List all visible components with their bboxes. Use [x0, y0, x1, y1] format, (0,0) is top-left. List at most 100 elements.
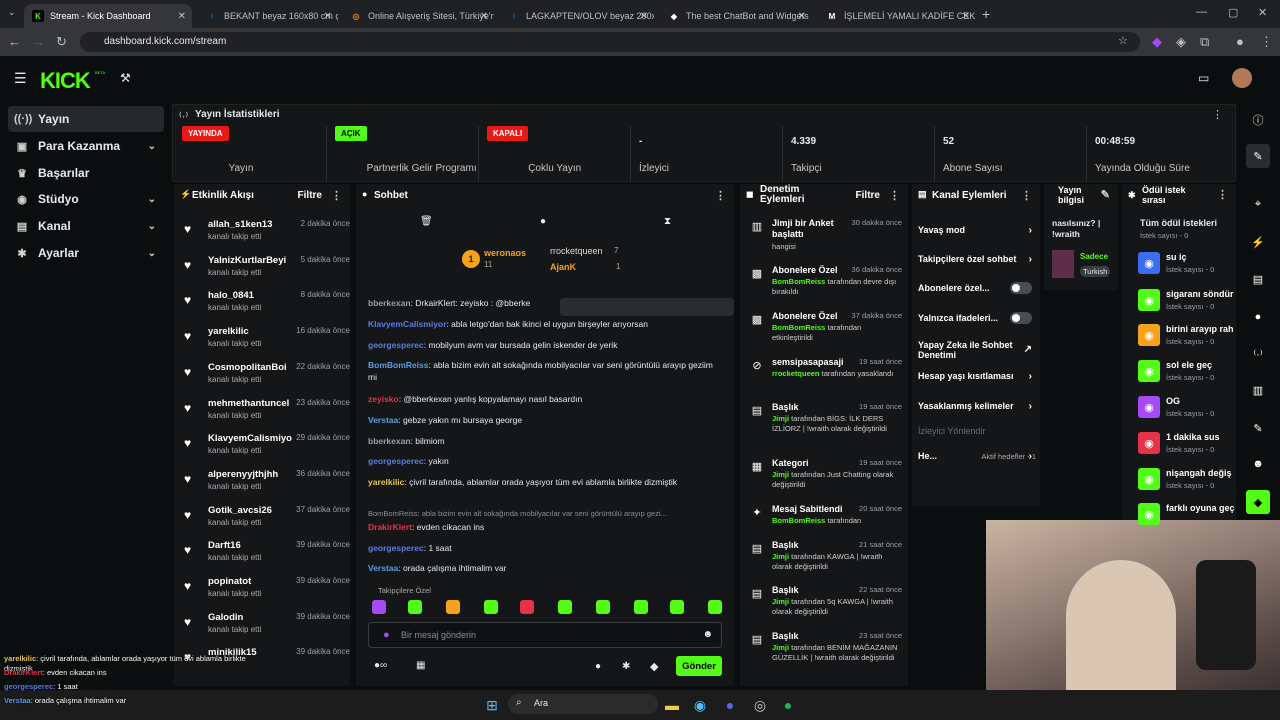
chat-message[interactable]: bberkexan: DrkairKlert: zeyisko : @bberk…: [368, 297, 724, 309]
chat-message[interactable]: BomBomReiss: abla bizim evin alt sokağın…: [368, 359, 724, 383]
chat-message[interactable]: georgesperec: mobilyum avm var bursada g…: [368, 339, 724, 351]
list-item[interactable]: ♥ Darft16 kanalı takip etti 39 dakika önce: [184, 538, 350, 572]
hammer-icon[interactable]: ⚒: [120, 71, 131, 85]
emote-icon[interactable]: [520, 600, 534, 614]
extension-icon[interactable]: ◆: [1152, 34, 1162, 50]
screen-icon[interactable]: ⌖: [1246, 192, 1270, 216]
more-icon[interactable]: ⋮: [715, 189, 726, 202]
chat-message[interactable]: zeyisko: @bberkexan yanlış kopyalamayı n…: [368, 393, 724, 405]
sidebar-item-trophy[interactable]: ♛ Başarılar: [8, 160, 164, 186]
app-icon[interactable]: ◎: [750, 695, 770, 715]
chat-username[interactable]: DrakirKlert: [368, 522, 412, 532]
chat-bubble-icon[interactable]: ●: [540, 216, 546, 227]
chat-message[interactable]: georgesperec: 1 saat: [368, 542, 724, 554]
chat-username[interactable]: georgesperec: [368, 340, 424, 350]
browser-tab[interactable]: K Stream - Kick Dashboard ✕: [24, 4, 192, 28]
chat-message[interactable]: BomBomReiss: abla bizim evin alt sokağın…: [368, 508, 724, 520]
monitor-icon[interactable]: ▭: [1198, 71, 1209, 85]
discord-icon[interactable]: ●: [720, 695, 740, 715]
channel-action-item[interactable]: Yapay Zeka ile Sohbet Denetimi ↗: [918, 339, 1036, 361]
list-item[interactable]: ♥ CosmopolitanBoi kanalı takip etti 22 daki…: [184, 360, 350, 394]
windows-start-icon[interactable]: ⊞: [482, 695, 502, 715]
emote-icon[interactable]: [634, 600, 648, 614]
close-window-icon[interactable]: ✕: [1258, 6, 1267, 19]
bolt-icon[interactable]: ⚡: [1246, 230, 1270, 254]
emote-icon[interactable]: [558, 600, 572, 614]
close-tab-icon[interactable]: ✕: [640, 11, 648, 22]
tab-search-icon[interactable]: ⌄: [8, 7, 16, 18]
mic-icon[interactable]: ●: [383, 629, 390, 641]
chevron-down-icon[interactable]: ⌄: [148, 194, 156, 205]
external-link-icon[interactable]: ↗: [1024, 345, 1032, 355]
list-item[interactable]: ♥ yarelkilic kanalı takip etti 16 dakika ön…: [184, 324, 350, 358]
chevron-right-icon[interactable]: ›: [1029, 225, 1032, 236]
reward-item[interactable]: ◉ sol ele geç İstek sayısı - 0: [1138, 358, 1234, 386]
more-icon[interactable]: ⋮: [889, 189, 900, 202]
wrench-icon[interactable]: ✎: [1246, 416, 1270, 440]
info-icon[interactable]: ⓘ: [1246, 108, 1270, 132]
channel-action-item[interactable]: Hesap yaşı kısıtlaması ›: [918, 368, 1036, 384]
hamburger-icon[interactable]: ☰: [14, 70, 27, 87]
chat-username[interactable]: zeyisko: [368, 394, 399, 404]
chat-username[interactable]: Verstaa: [368, 563, 398, 573]
bot-icon[interactable]: ◆: [650, 660, 658, 673]
bot-icon[interactable]: ◆: [1246, 490, 1270, 514]
list-item[interactable]: ♥ alperenyyjthjhh kanalı takip etti 36 daki…: [184, 467, 350, 501]
list-item[interactable]: ♥ halo_0841 kanalı takip etti 8 dakika önce: [184, 288, 350, 322]
hourglass-icon[interactable]: ⧗: [664, 216, 671, 227]
user-icon[interactable]: ☻: [1246, 452, 1270, 476]
chat-message[interactable]: georgesperec: yakın: [368, 455, 724, 467]
chevron-right-icon[interactable]: ›: [1029, 371, 1032, 382]
back-icon[interactable]: ←: [8, 34, 21, 49]
browser-tab[interactable]: M İŞLEMELİ YAMALI KADİFE CEKE ✕: [818, 4, 976, 28]
maximize-icon[interactable]: ▢: [1228, 6, 1238, 19]
browser-tab[interactable]: ◎ Online Alışveriş Sitesi, Türkiye'n ✕: [342, 4, 495, 28]
more-icon[interactable]: ⋮: [331, 189, 342, 202]
list-item[interactable]: ♥ YalnizKurtlarBeyi kanalı takip etti 5 dak…: [184, 253, 350, 287]
all-rewards-label[interactable]: Tüm ödül istekleri: [1140, 218, 1217, 228]
sidebar-item-money[interactable]: ▣ Para Kazanma ⌄: [8, 133, 164, 159]
reward-item[interactable]: ◉ su iç İstek sayısı - 0: [1138, 250, 1234, 278]
category-name[interactable]: Sadece: [1080, 252, 1108, 261]
list-item[interactable]: ♥ popinatot kanalı takip etti 39 dakika önc…: [184, 574, 350, 608]
store-icon[interactable]: ▦: [416, 660, 425, 671]
close-tab-icon[interactable]: ✕: [798, 11, 806, 22]
emote-icon[interactable]: [670, 600, 684, 614]
channel-action-item[interactable]: Yalnızca ifadeleri...: [918, 310, 1036, 326]
chat-message[interactable]: bberkexan: bilmiom: [368, 435, 724, 447]
chevron-down-icon[interactable]: ⌄: [148, 141, 156, 152]
channel-action-item[interactable]: He... Aktif hedefler - 1 ›: [918, 448, 1036, 464]
emote-icon[interactable]: [446, 600, 460, 614]
channel-action-item[interactable]: İzleyici Yönlendir: [918, 423, 1036, 439]
reward-item[interactable]: ◉ sigaranı söndür İstek sayısı - 0: [1138, 287, 1234, 315]
chat-username[interactable]: Verstaa: [368, 415, 398, 425]
list-item[interactable]: ♥ Galodin kanalı takip etti 39 dakika önce: [184, 610, 350, 644]
emote-icon[interactable]: [708, 600, 722, 614]
channel-action-item[interactable]: Yavaş mod ›: [918, 222, 1036, 238]
edit-icon[interactable]: ✎: [1246, 144, 1270, 168]
reward-item[interactable]: ◉ 1 dakika sus İstek sayısı - 0: [1138, 430, 1234, 458]
edit-icon[interactable]: ✎: [1101, 190, 1110, 201]
chat-message[interactable]: DrakirKlert: evden cikacan ins: [368, 521, 724, 533]
chevron-down-icon[interactable]: ⌄: [148, 248, 156, 259]
chat-message[interactable]: Verstaa: orada çalışma ihtimalim var: [368, 562, 724, 574]
close-tab-icon[interactable]: ✕: [480, 11, 488, 22]
toggle-switch[interactable]: [1010, 312, 1032, 324]
chrome-icon[interactable]: ◉: [690, 695, 710, 715]
emoji-icon[interactable]: ☻: [702, 629, 713, 640]
bookmark-star-icon[interactable]: ☆: [1118, 34, 1128, 47]
channel-action-item[interactable]: Abonelere özel...: [918, 280, 1036, 296]
sidebar-item-settings[interactable]: ✱ Ayarlar ⌄: [8, 240, 164, 266]
chat-bubble-icon[interactable]: ●: [595, 661, 601, 672]
emote-icon[interactable]: [372, 600, 386, 614]
profile-icon[interactable]: ●: [1236, 34, 1244, 49]
chat-icon[interactable]: ●: [1246, 305, 1270, 329]
browser-tab[interactable]: ◆ The best ChatBot and Widgets ✕: [660, 4, 812, 28]
layout-icon[interactable]: ▥: [1246, 378, 1270, 402]
reward-item[interactable]: ◉ nişangah değiş İstek sayısı - 0: [1138, 466, 1234, 494]
moderation-filter-button[interactable]: Filtre: [856, 190, 880, 201]
chat-message[interactable]: Verstaa: gebze yakın mı bursaya george: [368, 414, 724, 426]
extension-icon[interactable]: ◈: [1176, 34, 1186, 50]
extensions-puzzle-icon[interactable]: ⧉: [1200, 34, 1209, 50]
emote-icon[interactable]: [596, 600, 610, 614]
